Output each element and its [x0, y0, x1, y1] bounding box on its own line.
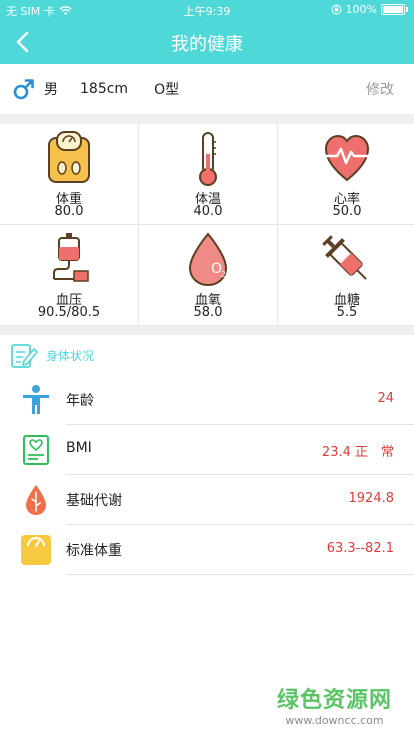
condition-name: BMI: [66, 440, 92, 456]
watermark: 绿色资源网 www.downcc.com: [277, 682, 392, 727]
oxygen-drop-icon: O 2: [188, 232, 228, 287]
metric-value: 40.0: [193, 204, 223, 219]
metric-value: 58.0: [193, 305, 223, 320]
condition-value: 23.4 正 常: [321, 445, 394, 460]
section-title: 身体状况: [46, 348, 95, 363]
svg-text:2: 2: [221, 270, 226, 279]
condition-name: 基础代谢: [66, 493, 122, 509]
profile-summary: 男 185cm O型 修改: [0, 64, 414, 114]
body-status-header: 身体状况: [0, 335, 414, 375]
gender-text: 男: [44, 82, 58, 98]
metabolism-drop-icon: [26, 485, 46, 515]
condition-row-metabolism[interactable]: 基础代谢 1924.8: [0, 475, 414, 525]
watermark-title: 绿色资源网: [276, 688, 392, 713]
blood-type-text: O型: [154, 82, 180, 98]
status-right: 100%: [331, 3, 408, 16]
thermometer-icon: [199, 132, 217, 186]
status-bar: 无 SIM 卡 上午9:39 100%: [0, 0, 414, 20]
watermark-url: www.downcc.com: [285, 714, 384, 727]
metric-heart-rate[interactable]: 心率 50.0: [278, 124, 414, 224]
notepad-icon: [11, 344, 38, 368]
orientation-lock-icon: [331, 4, 342, 15]
person-icon: [23, 385, 49, 414]
metric-value: 50.0: [332, 204, 362, 219]
condition-row-age[interactable]: 年龄 24: [0, 375, 414, 425]
metrics-grid: 体重 80.0 体温 40.0 心率 50.0 血压 90.5/80.5 O 2…: [0, 124, 414, 326]
metric-temperature[interactable]: 体温 40.0: [139, 124, 277, 224]
condition-row-bmi[interactable]: BMI 23.4 正 常: [0, 425, 414, 475]
condition-value: 63.3--82.1: [326, 541, 394, 556]
condition-row-standard-weight[interactable]: 标准体重 63.3--82.1: [0, 525, 414, 575]
battery-tip: [406, 7, 408, 12]
condition-value: 24: [377, 391, 394, 406]
syringe-icon: [322, 235, 367, 280]
metric-weight[interactable]: 体重 80.0: [0, 124, 138, 224]
page-title: 我的健康: [171, 34, 243, 55]
battery-icon: [381, 4, 405, 15]
row-divider: [66, 574, 414, 575]
nav-bar: 我的健康: [0, 20, 414, 64]
blood-bag-icon: [53, 233, 89, 282]
metric-blood-pressure[interactable]: 血压 90.5/80.5: [0, 225, 138, 325]
battery-percent: 100%: [345, 3, 377, 16]
heart-rate-icon: [324, 134, 370, 182]
height-text: 185cm: [80, 81, 129, 97]
bmi-report-icon: [23, 435, 49, 465]
metric-value: 80.0: [54, 204, 84, 219]
male-symbol-icon: [13, 79, 34, 100]
metric-blood-oxygen[interactable]: O 2 血氧 58.0: [139, 225, 277, 325]
metric-value: 90.5/80.5: [37, 305, 101, 320]
section-divider: [0, 114, 414, 124]
section-divider: [0, 326, 414, 335]
condition-value: 1924.8: [348, 491, 395, 506]
condition-name: 年龄: [66, 393, 94, 409]
scale-icon: [21, 535, 51, 565]
condition-name: 标准体重: [66, 543, 122, 559]
edit-profile-button[interactable]: 修改: [366, 79, 394, 99]
scale-icon: [48, 131, 90, 183]
metric-value: 5.5: [336, 305, 358, 320]
metric-blood-sugar[interactable]: 血糖 5.5: [278, 225, 414, 325]
